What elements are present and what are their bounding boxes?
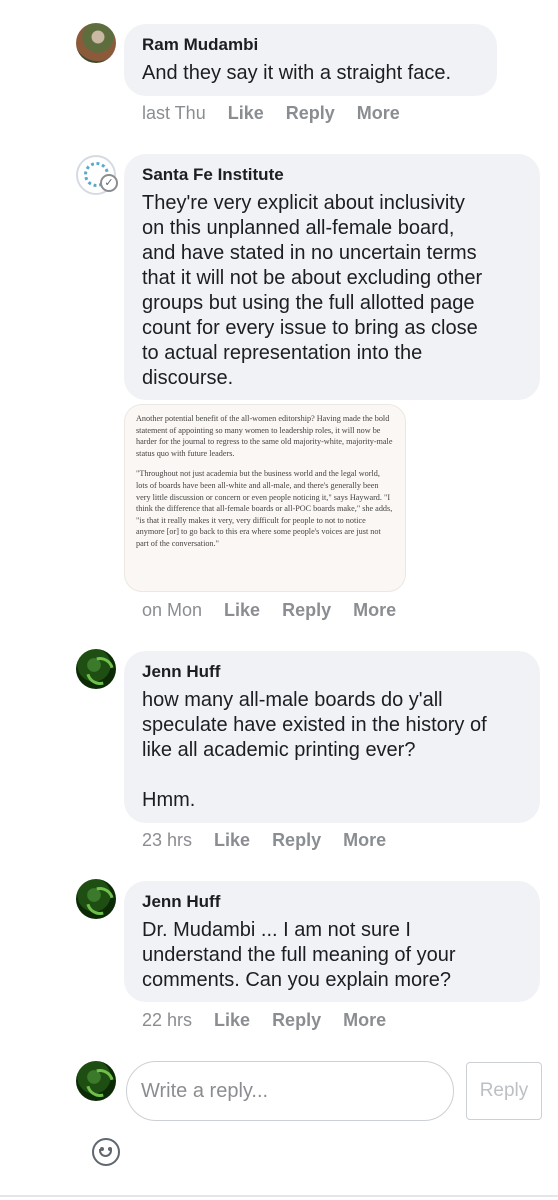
comment-timestamp[interactable]: 23 hrs — [142, 830, 192, 851]
quote-paragraph: "Throughout not just academia but the bu… — [136, 469, 393, 548]
comment-text: They're very explicit about inclusivity … — [142, 192, 483, 389]
comment-text: how many all-male boards do y'all specul… — [142, 689, 487, 811]
reply-button[interactable]: Reply — [272, 1010, 321, 1031]
comment-timestamp[interactable]: last Thu — [142, 103, 206, 124]
comment-text: And they say it with a straight face. — [142, 62, 452, 84]
comment-actions: last Thu Like Reply More — [142, 103, 400, 124]
comment-timestamp[interactable]: on Mon — [142, 600, 202, 621]
avatar-jenn-huff[interactable] — [76, 879, 116, 919]
comment-timestamp[interactable]: 22 hrs — [142, 1010, 192, 1031]
comment-bubble: Jenn Huff Dr. Mudambi ... I am not sure … — [124, 881, 540, 1002]
avatar-current-user — [76, 1061, 116, 1101]
reply-button[interactable]: Reply — [272, 830, 321, 851]
divider — [0, 1195, 558, 1197]
attached-quote-image[interactable]: Another potential benefit of the all-wom… — [124, 404, 406, 592]
more-button[interactable]: More — [353, 600, 396, 621]
more-button[interactable]: More — [357, 103, 400, 124]
comment-actions: on Mon Like Reply More — [142, 600, 396, 621]
comment-actions: 23 hrs Like Reply More — [142, 830, 386, 851]
reply-button[interactable]: Reply — [286, 103, 335, 124]
reply-input[interactable]: Write a reply... — [126, 1061, 454, 1121]
comment-author[interactable]: Santa Fe Institute — [142, 164, 520, 186]
avatar-jenn-huff[interactable] — [76, 649, 116, 689]
comment-bubble: Jenn Huff how many all-male boards do y'… — [124, 651, 540, 823]
comment-text: Dr. Mudambi ... I am not sure I understa… — [142, 919, 456, 991]
comment-author[interactable]: Jenn Huff — [142, 891, 520, 913]
comment-author[interactable]: Ram Mudambi — [142, 34, 477, 56]
like-button[interactable]: Like — [214, 830, 250, 851]
quote-paragraph: Another potential benefit of the all-wom… — [136, 414, 393, 458]
comment-bubble: Ram Mudambi And they say it with a strai… — [124, 24, 497, 96]
reply-button[interactable]: Reply — [282, 600, 331, 621]
comment-bubble: Santa Fe Institute They're very explicit… — [124, 154, 540, 400]
more-button[interactable]: More — [343, 830, 386, 851]
verified-check-icon: ✓ — [100, 174, 118, 192]
comment-author[interactable]: Jenn Huff — [142, 661, 520, 683]
like-button[interactable]: Like — [214, 1010, 250, 1031]
like-button[interactable]: Like — [224, 600, 260, 621]
more-button[interactable]: More — [343, 1010, 386, 1031]
avatar-ram-mudambi[interactable] — [76, 23, 116, 63]
emoji-icon[interactable] — [92, 1138, 120, 1166]
like-button[interactable]: Like — [228, 103, 264, 124]
reply-submit-button[interactable]: Reply — [466, 1062, 542, 1120]
comment-actions: 22 hrs Like Reply More — [142, 1010, 386, 1031]
